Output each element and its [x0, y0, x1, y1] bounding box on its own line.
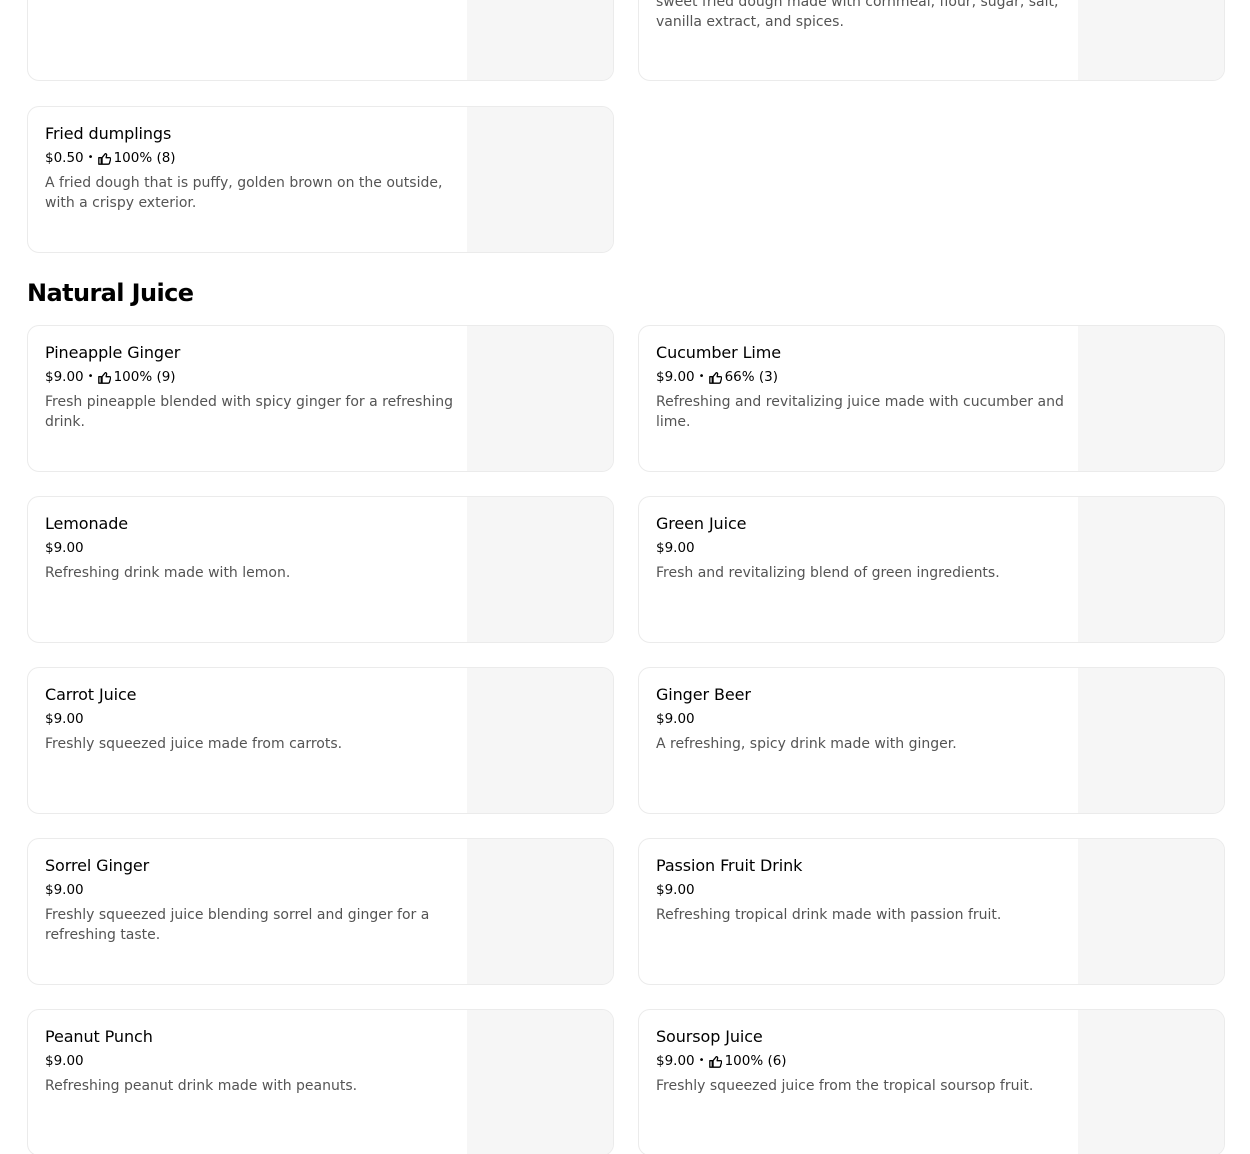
item-description: Freshly squeezed juice blending sorrel a…	[45, 907, 430, 943]
item-image	[467, 668, 613, 813]
separator-dot: •	[87, 371, 94, 382]
item-name: Pineapple Ginger	[45, 343, 181, 362]
separator-dot: •	[698, 371, 705, 382]
item-image	[1078, 668, 1224, 813]
menu-item-card[interactable]: Fried dumplings $0.50 • 100% (8) A fried…	[27, 106, 614, 253]
item-description: Freshly squeezed juice made from carrots…	[45, 736, 343, 752]
menu-item-card[interactable]: Pineapple Ginger $9.00 • 100% (9) Fresh pine…	[27, 325, 614, 472]
item-price: $9.00	[656, 369, 695, 385]
item-image	[467, 839, 613, 984]
item-rating: 100% (9)	[113, 369, 176, 385]
item-name: Ginger Beer	[656, 685, 751, 704]
item-price: $9.00	[656, 540, 695, 556]
item-name: Peanut Punch	[45, 1027, 153, 1046]
item-description: Refreshing drink made with lemon.	[45, 565, 291, 581]
item-price: $9.00	[45, 369, 84, 385]
item-image	[467, 0, 613, 80]
item-price: $9.00	[45, 1053, 84, 1069]
item-price: $9.00	[656, 882, 695, 898]
menu-item-card[interactable]: Lemonade $9.00 Refreshing drink made with …	[27, 496, 614, 643]
thumbs-up-icon	[97, 371, 111, 384]
item-rating: 66% (3)	[724, 369, 778, 385]
item-image	[467, 326, 613, 471]
menu-item-card[interactable]: Carrot Juice $9.00 Freshly squeezed juice …	[27, 667, 614, 814]
item-name: Cucumber Lime	[656, 343, 781, 362]
menu-item-card[interactable]: Cucumber Lime $9.00 • 66% (3) Refreshing and…	[638, 325, 1225, 472]
item-meta: $9.00	[656, 539, 1066, 557]
item-description: Refreshing tropical drink made with pass…	[656, 907, 1002, 923]
menu-item-card[interactable]: Sorrel Ginger $9.00 Freshly squeezed juice…	[27, 838, 614, 985]
menu-item-card[interactable]: Passion Fruit Drink $9.00 Refreshing tropi…	[638, 838, 1225, 985]
item-price: $9.00	[656, 711, 695, 727]
menu-item-card[interactable]: Soursop Juice $9.00 • 100% (6) Freshly squee…	[638, 1009, 1225, 1154]
item-image	[467, 107, 613, 252]
item-name: Soursop Juice	[656, 1027, 763, 1046]
item-price: $9.00	[45, 540, 84, 556]
item-meta: $9.00 • 100% (9)	[45, 368, 455, 386]
item-price: $9.00	[45, 882, 84, 898]
menu-item-card[interactable]: Peanut Punch $9.00 Refreshing peanut drink…	[27, 1009, 614, 1154]
menu-item-card[interactable]: Ginger Beer $9.00 A refreshing, spicy drin…	[638, 667, 1225, 814]
item-name: Carrot Juice	[45, 685, 137, 704]
thumbs-up-icon	[708, 371, 722, 384]
item-meta: $9.00	[656, 881, 1066, 899]
item-price: $9.00	[656, 1053, 695, 1069]
item-name: Green Juice	[656, 514, 747, 533]
item-meta: $9.00 • 66% (3)	[656, 368, 1066, 386]
item-image	[1078, 839, 1224, 984]
item-description: Fresh pineapple blended with spicy ginge…	[45, 394, 453, 430]
item-image	[1078, 0, 1224, 80]
item-description: sweet fried dough made with cornmeal, fl…	[656, 0, 1059, 30]
item-name: Fried dumplings	[45, 124, 172, 143]
item-rating: 100% (8)	[113, 150, 176, 166]
separator-dot: •	[698, 1055, 705, 1066]
item-rating: 100% (6)	[724, 1053, 787, 1069]
item-name: Passion Fruit Drink	[656, 856, 803, 875]
menu-item-card[interactable]	[27, 0, 614, 81]
item-image	[1078, 497, 1224, 642]
menu-item-card[interactable]: sweet fried dough made with cornmeal, fl…	[638, 0, 1225, 81]
item-image	[1078, 1010, 1224, 1154]
item-meta: $9.00	[45, 710, 455, 728]
item-price: $0.50	[45, 150, 84, 166]
item-description: A fried dough that is puffy, golden brow…	[45, 175, 443, 211]
item-meta: $9.00	[45, 1052, 455, 1070]
item-name: Sorrel Ginger	[45, 856, 150, 875]
item-meta: $9.00	[45, 881, 455, 899]
menu-item-card[interactable]: Green Juice $9.00 Fresh and revitalizing b…	[638, 496, 1225, 643]
item-image	[467, 497, 613, 642]
item-description: A refreshing, spicy drink made with ging…	[656, 736, 957, 752]
section-title: Natural Juice	[27, 279, 194, 307]
item-meta: $9.00 • 100% (6)	[656, 1052, 1066, 1070]
thumbs-up-icon	[708, 1055, 722, 1068]
item-description: Refreshing peanut drink made with peanut…	[45, 1078, 358, 1094]
item-name: Lemonade	[45, 514, 128, 533]
separator-dot: •	[87, 152, 94, 163]
item-image	[467, 1010, 613, 1154]
item-description: Freshly squeezed juice from the tropical…	[656, 1078, 1034, 1094]
thumbs-up-icon	[97, 152, 111, 165]
item-description: Fresh and revitalizing blend of green in…	[656, 565, 1000, 581]
item-description: Refreshing and revitalizing juice made w…	[656, 394, 1064, 430]
item-meta: $0.50 • 100% (8)	[45, 149, 455, 167]
item-image	[1078, 326, 1224, 471]
item-meta: $9.00	[45, 539, 455, 557]
item-meta: $9.00	[656, 710, 1066, 728]
item-price: $9.00	[45, 711, 84, 727]
menu-page: sweet fried dough made with cornmeal, fl…	[0, 0, 1250, 1154]
